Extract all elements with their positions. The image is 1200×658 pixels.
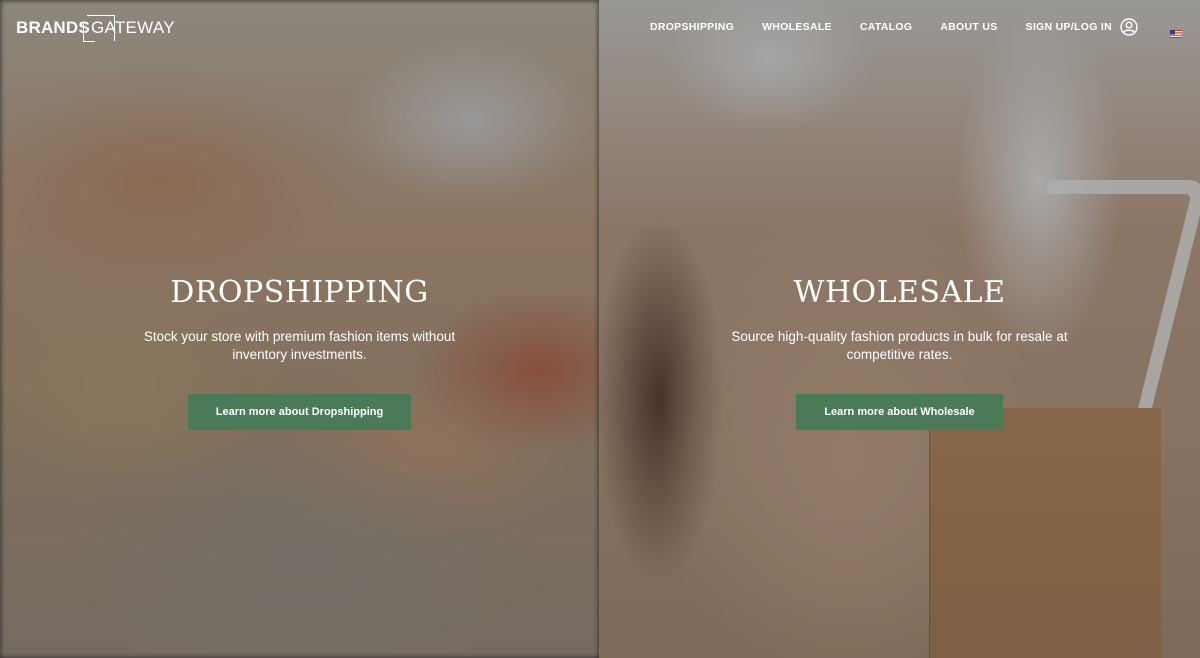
dropshipping-description: Stock your store with premium fashion it… <box>143 329 456 362</box>
logo-text-brands: BRANDS <box>16 18 90 37</box>
wholesale-title: WHOLESALE <box>793 275 1006 310</box>
dropshipping-panel: DROPSHIPPING Stock your store with premi… <box>0 0 599 658</box>
us-flag-icon[interactable] <box>1170 23 1182 38</box>
logo-frame-mark-lower <box>82 22 95 42</box>
wholesale-panel: WHOLESALE Source high-quality fashion pr… <box>599 0 1200 658</box>
nav-dropshipping[interactable]: DROPSHIPPING <box>650 21 734 33</box>
nav-wholesale[interactable]: WHOLESALE <box>762 21 832 33</box>
dropshipping-title: DROPSHIPPING <box>170 275 429 310</box>
dropshipping-content: DROPSHIPPING Stock your store with premi… <box>0 270 599 430</box>
brandsgateway-logo[interactable]: BRANDS GATEWAY <box>16 14 175 42</box>
wholesale-content: WHOLESALE Source high-quality fashion pr… <box>599 270 1200 430</box>
nav-sign-up-log-in[interactable]: SIGN UP/LOG IN <box>1026 21 1112 33</box>
dropshipping-learn-more-button[interactable]: Learn more about Dropshipping <box>187 394 412 430</box>
logo-text-gateway: GATEWAY <box>82 15 175 42</box>
nav-catalog[interactable]: CATALOG <box>860 21 912 33</box>
wholesale-learn-more-button[interactable]: Learn more about Wholesale <box>796 394 1003 430</box>
site-header: BRANDS GATEWAY DROPSHIPPING WHOLESALE CA… <box>0 0 1200 54</box>
user-circle-icon[interactable] <box>1120 18 1138 36</box>
wholesale-description: Source high-quality fashion products in … <box>731 329 1068 362</box>
main-nav: DROPSHIPPING WHOLESALE CATALOG ABOUT US … <box>650 16 1182 38</box>
nav-about-us[interactable]: ABOUT US <box>940 21 997 33</box>
